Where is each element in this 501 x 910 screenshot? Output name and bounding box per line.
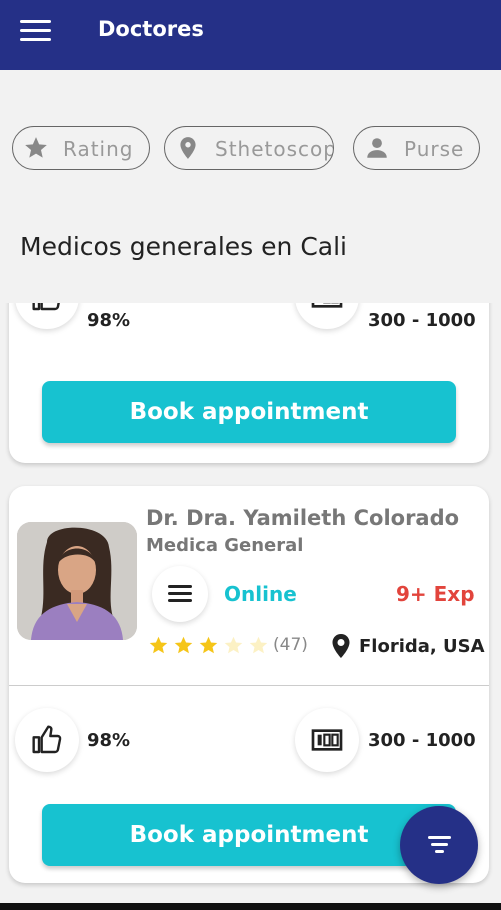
likes-value: 98% [87, 310, 131, 331]
rating-stars: (47) [148, 634, 308, 656]
filter-chip-stethoscope[interactable]: Sthetoscope [164, 126, 334, 170]
cash-icon [311, 303, 343, 308]
likes-value: 98% [87, 730, 131, 751]
card-divider [9, 685, 489, 686]
review-count: (47) [273, 635, 308, 655]
price-badge [295, 708, 359, 772]
filter-chip-label: Rating [63, 137, 134, 161]
thumbs-up-icon [32, 725, 62, 754]
page-title: Doctores [98, 17, 204, 41]
filter-fab-button[interactable] [400, 806, 478, 884]
system-nav-bar [0, 903, 501, 910]
price-badge [295, 303, 359, 329]
filter-icon [428, 836, 451, 839]
filter-chip-rating[interactable]: Rating [12, 126, 150, 170]
hamburger-menu-icon[interactable] [20, 20, 52, 42]
doctor-avatar[interactable] [17, 522, 137, 640]
book-appointment-button[interactable]: Book appointment [42, 381, 456, 443]
list-icon[interactable] [152, 566, 208, 622]
location-pin-icon [332, 634, 350, 658]
cash-icon [311, 729, 343, 751]
person-icon [367, 138, 387, 158]
star-filled-icon [149, 636, 168, 653]
app-bar: Doctores [0, 0, 501, 70]
price-range: 300 - 1000 [368, 310, 476, 331]
star-filled-icon [199, 636, 218, 653]
star-empty-icon [249, 636, 268, 653]
doctor-specialty: Medica General [146, 535, 304, 556]
price-range: 300 - 1000 [368, 730, 476, 751]
filter-chip-label: Sthetoscope [215, 137, 333, 161]
star-empty-icon [224, 636, 243, 653]
likes-badge [15, 303, 79, 329]
likes-badge [15, 708, 79, 772]
doctor-name: Dr. Dra. Yamileth Colorado [146, 506, 460, 530]
filter-chip-label: Purse [404, 137, 465, 161]
star-icon [25, 137, 47, 158]
location-pin-icon [180, 137, 196, 159]
thumbs-up-icon [32, 303, 60, 311]
filter-chip-purse[interactable]: Purse [353, 126, 480, 170]
doctor-location: Florida, USA [331, 633, 485, 659]
doctor-card: 98% 300 - 1000 Book appointment [9, 303, 489, 463]
status-badge: Online [224, 582, 297, 606]
star-filled-icon [174, 636, 193, 653]
experience-badge: 9+ Exp [396, 582, 475, 606]
section-title: Medicos generales en Cali [20, 232, 347, 261]
location-text: Florida, USA [359, 635, 485, 657]
book-appointment-button[interactable]: Book appointment [42, 804, 456, 866]
